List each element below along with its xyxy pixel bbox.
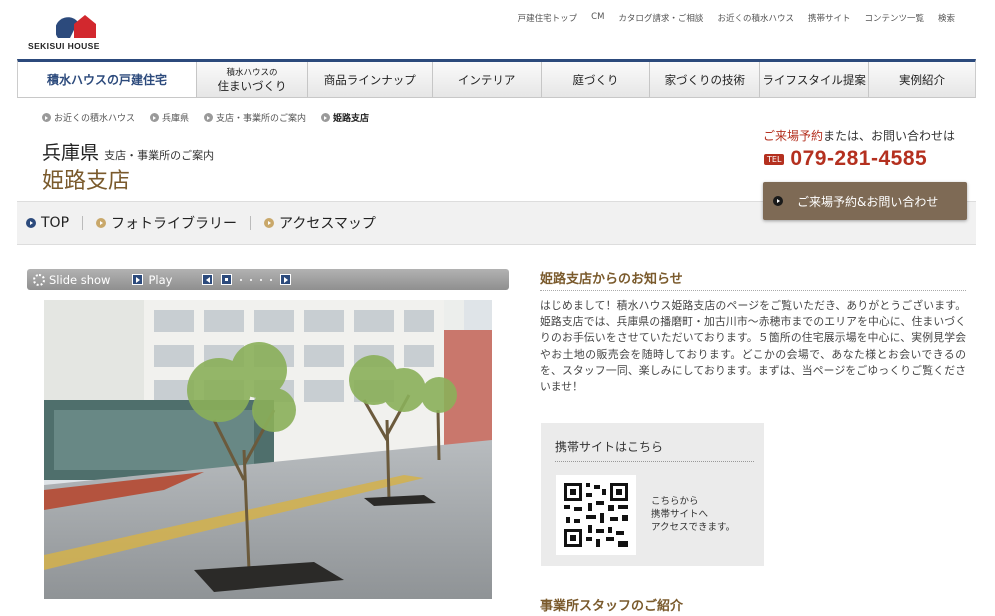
slideshow-icon <box>33 273 45 286</box>
slide-pager <box>202 274 292 285</box>
mobile-site-title: 携帯サイトはこちら <box>555 440 664 454</box>
slide-dot[interactable] <box>240 278 243 281</box>
contact-rest: または、お問い合わせは <box>822 129 955 143</box>
breadcrumb-current: 姫路支店 <box>321 111 369 124</box>
arrow-circle-icon <box>264 218 275 228</box>
logo-mark-icon <box>56 15 96 38</box>
tab-photo-library[interactable]: フォトライブラリー <box>83 213 250 233</box>
mobile-divider <box>555 461 754 462</box>
sekisui-house-logo[interactable]: SEKISUI HOUSE <box>28 14 120 56</box>
slide-dot[interactable] <box>270 278 273 281</box>
visit-reservation-label: ご来場予約&お問い合わせ <box>797 194 939 209</box>
arrow-circle-icon <box>42 113 51 122</box>
nav-technology[interactable]: 家づくりの技術 <box>650 62 761 97</box>
top-nav: 戸建住宅トップ CM カタログ請求・ご相談 お近くの積水ハウス 携帯サイト コン… <box>518 12 955 24</box>
staff-title: 事業所スタッフのご紹介 <box>540 599 684 614</box>
contact-highlight: ご来場予約 <box>762 129 823 143</box>
phone-number: TEL 079-281-4585 <box>764 147 927 171</box>
play-button[interactable]: Play <box>132 273 172 287</box>
nav-garden[interactable]: 庭づくり <box>542 62 651 97</box>
building-street-image <box>44 300 492 599</box>
next-slide-icon[interactable] <box>280 274 292 285</box>
page-subtitle: 支店・事業所のご案内 <box>104 149 215 162</box>
play-icon <box>132 274 144 285</box>
sub-nav-tabs: TOP フォトライブラリー アクセスマップ <box>26 213 389 233</box>
nav-detached-home[interactable]: 積水ハウスの戸建住宅 <box>18 62 198 97</box>
topnav-cm[interactable]: CM <box>591 12 604 24</box>
topnav-contents[interactable]: コンテンツ一覧 <box>864 12 924 24</box>
nav-examples[interactable]: 実例紹介 <box>869 62 975 97</box>
topnav-catalog[interactable]: カタログ請求・ご相談 <box>618 12 703 24</box>
breadcrumb-nearby[interactable]: お近くの積水ハウス <box>42 111 135 124</box>
nav-sumai-line1: 積水ハウスの <box>226 67 278 78</box>
arrow-circle-icon <box>204 113 214 122</box>
arrow-circle-icon <box>150 113 160 122</box>
news-body: はじめまして！積水ハウス姫路支店のページをご覧いただき、ありがとうございます。姫… <box>540 299 966 394</box>
tel-badge: TEL <box>764 153 785 165</box>
branch-building-photo <box>44 300 492 599</box>
tab-top[interactable]: TOP <box>26 215 82 231</box>
main-nav: 積水ハウスの戸建住宅 積水ハウスの 住まいづくり 商品ラインナップ インテリア … <box>17 59 976 98</box>
arrow-circle-icon <box>321 113 331 122</box>
prefecture-name: 兵庫県 <box>42 142 100 164</box>
prev-slide-icon[interactable] <box>202 274 214 285</box>
tab-access-map[interactable]: アクセスマップ <box>251 213 389 233</box>
mobile-site-text: こちらから 携帯サイトへ アクセスできます。 <box>651 496 736 533</box>
slideshow-label: Slide show <box>33 273 110 287</box>
news-divider <box>540 290 966 291</box>
arrow-circle-icon <box>26 218 36 228</box>
contact-prompt: ご来場予約または、お問い合わせは <box>763 127 955 144</box>
breadcrumb: お近くの積水ハウス 兵庫県 支店・事業所のご案内 姫路支店 <box>42 111 369 124</box>
topnav-search[interactable]: 検索 <box>938 12 955 24</box>
nav-sumaizukuri[interactable]: 積水ハウスの 住まいづくり <box>197 62 308 97</box>
page-heading: 兵庫県 支店・事業所のご案内 <box>42 138 214 165</box>
nav-sumai-line2: 住まいづくり <box>217 78 287 93</box>
nav-interior[interactable]: インテリア <box>433 62 542 97</box>
breadcrumb-branches[interactable]: 支店・事業所のご案内 <box>204 111 306 124</box>
slide-dot[interactable] <box>250 278 253 281</box>
news-title: 姫路支店からのお知らせ <box>540 272 683 287</box>
qr-code-icon <box>556 475 636 555</box>
topnav-detached-home[interactable]: 戸建住宅トップ <box>518 12 578 24</box>
slideshow-bar: Slide show Play <box>27 269 509 290</box>
mobile-site-box: 携帯サイトはこちら こちらから 携帯サイトへ アクセスできます。 <box>541 423 764 566</box>
arrow-circle-icon <box>773 196 783 206</box>
nav-lineup[interactable]: 商品ラインナップ <box>308 62 433 97</box>
tel-number: 079-281-4585 <box>790 147 928 170</box>
nav-lifestyle[interactable]: ライフスタイル提案 <box>760 62 870 97</box>
topnav-nearby[interactable]: お近くの積水ハウス <box>717 12 794 24</box>
slide-current-icon[interactable] <box>221 274 233 285</box>
logo-wordmark: SEKISUI HOUSE <box>28 41 100 51</box>
topnav-mobile[interactable]: 携帯サイト <box>808 12 851 24</box>
visit-reservation-button[interactable]: ご来場予約&お問い合わせ <box>763 182 967 220</box>
arrow-circle-icon <box>96 218 107 228</box>
page-title: 姫路支店 <box>42 169 131 194</box>
breadcrumb-hyogo[interactable]: 兵庫県 <box>150 111 189 124</box>
slide-dot[interactable] <box>260 278 263 281</box>
